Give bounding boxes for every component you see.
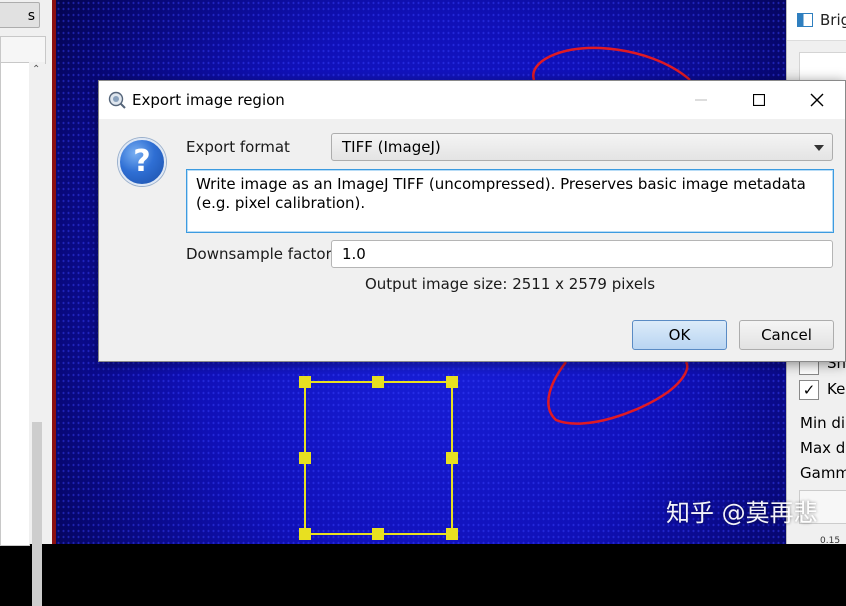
selection-handle[interactable]	[446, 376, 458, 388]
checkmark-icon: ✓	[802, 381, 816, 399]
ok-button[interactable]: OK	[632, 320, 727, 350]
downsample-factor-input[interactable]	[331, 240, 833, 268]
maximize-icon	[753, 94, 765, 106]
export-format-label: Export format	[186, 138, 290, 156]
gamma-label: Gamm	[800, 464, 846, 482]
selection-handle[interactable]	[372, 528, 384, 540]
export-image-region-dialog: Export image region ? Export format TIFF…	[98, 80, 846, 362]
chevron-down-icon[interactable]	[814, 145, 824, 151]
selection-handle[interactable]	[299, 376, 311, 388]
brightness-window-title: Brig	[820, 11, 846, 29]
selection-handle[interactable]	[446, 452, 458, 464]
watermark: 知乎 @莫再悲	[666, 499, 818, 527]
minimize-icon	[695, 99, 707, 101]
close-icon	[810, 93, 824, 107]
cancel-button[interactable]: Cancel	[739, 320, 834, 350]
yellow-selection-rectangle[interactable]	[299, 376, 458, 540]
brightness-window-button[interactable]	[799, 52, 846, 82]
red-annotation-bottom[interactable]	[547, 361, 689, 425]
selection-handle[interactable]	[446, 528, 458, 540]
format-description-text[interactable]: Write image as an ImageJ TIFF (uncompres…	[186, 169, 834, 233]
min-display-label: Min di	[800, 414, 846, 432]
output-image-size-text: Output image size: 2511 x 2579 pixels	[364, 275, 656, 293]
value-readout: 0.15	[820, 536, 841, 546]
maximize-button[interactable]	[730, 81, 788, 119]
window-app-icon	[797, 13, 813, 27]
export-format-value: TIFF (ImageJ)	[342, 138, 441, 156]
qupath-app-icon	[108, 91, 126, 109]
selection-handle[interactable]	[372, 376, 384, 388]
brightness-window-titlebar[interactable]: Brig	[787, 0, 846, 41]
dialog-titlebar[interactable]: Export image region	[99, 81, 845, 119]
close-button[interactable]	[788, 81, 846, 119]
keep-checkbox-label: Kee	[827, 380, 846, 398]
max-display-label: Max di	[800, 439, 846, 457]
keep-checkbox[interactable]: ✓	[799, 380, 819, 400]
red-annotation-top[interactable]	[532, 46, 691, 81]
minimize-button[interactable]	[672, 81, 730, 119]
question-icon: ?	[118, 138, 166, 186]
selection-handle[interactable]	[299, 452, 311, 464]
dialog-title: Export image region	[132, 91, 285, 109]
selection-handle[interactable]	[299, 528, 311, 540]
export-format-select[interactable]: TIFF (ImageJ)	[331, 133, 833, 161]
downsample-factor-label: Downsample factor	[186, 245, 332, 263]
